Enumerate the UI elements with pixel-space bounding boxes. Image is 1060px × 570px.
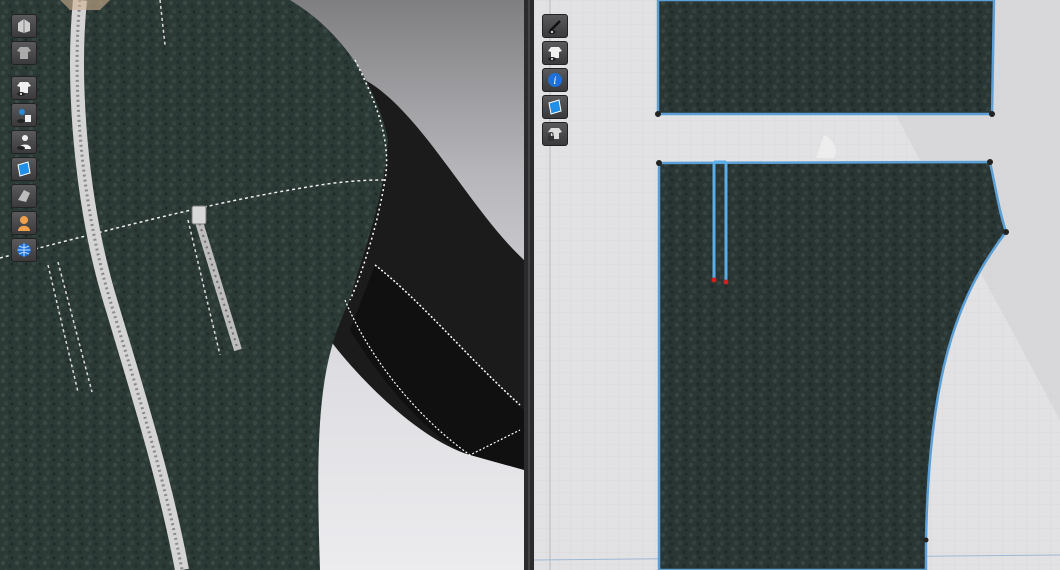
show-garment-icon[interactable] — [11, 76, 37, 100]
avatar-skin-icon[interactable] — [11, 211, 37, 235]
3d-garment-scene — [0, 0, 524, 570]
3d-view-toolbar — [11, 14, 37, 265]
2d-pattern-viewport[interactable]: i — [534, 0, 1060, 570]
3d-viewport[interactable] — [0, 0, 524, 570]
show-avatar-silhouette-icon[interactable] — [11, 130, 37, 154]
viewport-divider[interactable] — [524, 0, 534, 570]
show-avatar-icon[interactable] — [11, 103, 37, 127]
show-sewing-icon[interactable] — [542, 14, 568, 38]
lock-pattern-icon[interactable] — [542, 122, 568, 146]
info-icon[interactable]: i — [542, 68, 568, 92]
avatar-display-icon[interactable] — [11, 14, 37, 38]
environment-icon[interactable] — [11, 238, 37, 262]
2d-view-toolbar: i — [542, 14, 568, 149]
jacket-body — [0, 0, 388, 570]
pattern-texture-icon[interactable] — [542, 95, 568, 119]
show-pattern-icon[interactable] — [542, 41, 568, 65]
chest-zipper-pull — [191, 205, 207, 225]
texture-display-icon[interactable] — [11, 157, 37, 181]
svg-text:i: i — [553, 76, 556, 87]
2d-pattern-scene — [534, 0, 1060, 570]
garment-display-icon[interactable] — [11, 41, 37, 65]
pattern-piece-top — [656, 0, 996, 116]
shaded-display-icon[interactable] — [11, 184, 37, 208]
